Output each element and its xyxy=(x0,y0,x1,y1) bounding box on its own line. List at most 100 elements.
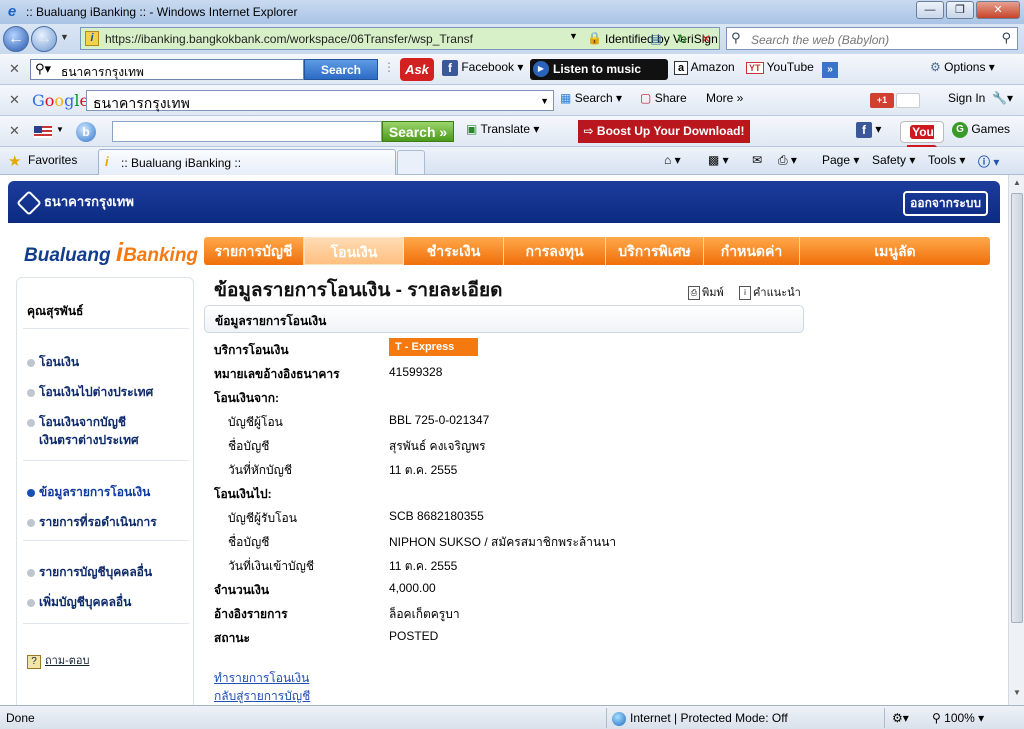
google-dropdown-icon[interactable]: ▼ xyxy=(540,96,549,106)
forward-button[interactable]: → xyxy=(31,26,57,52)
youtube-link[interactable]: YT YouTube xyxy=(746,60,814,74)
nav-shortcut-menu[interactable]: เมนูลัด xyxy=(800,237,990,265)
search-icon: ⚲▾ xyxy=(35,61,52,76)
nav-accounts[interactable]: รายการบัญชี xyxy=(204,237,304,265)
play-icon[interactable]: ▶ xyxy=(533,61,549,77)
security-zone[interactable]: Internet | Protected Mode: Off xyxy=(612,711,788,726)
scroll-up-icon[interactable]: ▲ xyxy=(1011,178,1023,192)
amazon-link[interactable]: a Amazon xyxy=(674,60,735,75)
boost-download-button[interactable]: ⇨ Boost Up Your Download! xyxy=(578,120,750,143)
back-to-accounts-link[interactable]: กลับสู่รายการบัญชี xyxy=(214,687,310,705)
print-button[interactable]: ⎙ พิมพ์ xyxy=(688,286,724,301)
google-search-value[interactable]: ธนาคารกรุงเทพ xyxy=(93,93,190,115)
help-icon[interactable]: ⓘ ▾ xyxy=(978,153,999,170)
new-transfer-link[interactable]: ทำรายการโอนเงิน xyxy=(214,669,309,688)
feeds-icon[interactable]: ▩ ▾ xyxy=(708,153,729,167)
us-flag-icon[interactable] xyxy=(34,126,52,138)
nav-settings[interactable]: กำหนดค่า xyxy=(704,237,800,265)
bank-logo[interactable]: ธนาคารกรุงเทพ xyxy=(16,189,134,216)
close-toolbar-icon[interactable]: ✕ xyxy=(9,61,20,77)
nav-payment[interactable]: ชำระเงิน xyxy=(404,237,504,265)
mail-icon[interactable]: ✉ xyxy=(752,153,762,167)
tools-menu[interactable]: Tools ▾ xyxy=(928,153,965,167)
ask-search-value[interactable]: ธนาคารกรุงเทพ xyxy=(61,63,144,82)
google-search-button[interactable]: ▦ Search ▾ xyxy=(560,91,622,105)
minimize-button[interactable]: — xyxy=(916,1,944,19)
ask-search-button[interactable]: Search xyxy=(304,59,378,80)
address-url[interactable]: https://ibanking.bangkokbank.com/workspa… xyxy=(105,32,485,46)
close-window-button[interactable]: ✕ xyxy=(976,1,1020,19)
home-icon[interactable]: ⌂ ▾ xyxy=(664,153,681,167)
browser-tab[interactable]: i :: Bualuang iBanking :: xyxy=(98,149,396,175)
vertical-scrollbar[interactable]: ▲ ▼ xyxy=(1008,175,1024,705)
games-button[interactable]: G Games xyxy=(952,122,1010,138)
nav-investment[interactable]: การลงทุน xyxy=(504,237,606,265)
bullet-icon xyxy=(27,388,35,397)
from-name-label: ชื่อบัญชี xyxy=(228,439,270,453)
tab-title[interactable]: :: Bualuang iBanking :: xyxy=(121,156,241,170)
nav-special-services[interactable]: บริการพิเศษ xyxy=(606,237,704,265)
faq-link[interactable]: ? ถาม-ตอบ xyxy=(27,651,89,669)
lock-icon[interactable]: 🔒 xyxy=(587,31,602,45)
sidebar-item-pending[interactable]: รายการที่รอดำเนินการ xyxy=(27,513,157,531)
wrench-icon[interactable]: 🔧▾ xyxy=(992,91,1013,105)
nav-transfer[interactable]: โอนเงิน xyxy=(304,237,404,265)
refresh-icon[interactable]: ↻ xyxy=(673,30,691,48)
sidebar-item-third-party-accounts[interactable]: รายการบัญชีบุคคลอื่น xyxy=(27,563,152,581)
bualuang-ibanking-logo[interactable]: Bualuang iBanking xyxy=(24,237,198,268)
maximize-button[interactable]: ❐ xyxy=(946,1,974,19)
stop-icon[interactable]: ✕ xyxy=(697,30,715,48)
facebook-menu[interactable]: f Facebook ▾ xyxy=(442,60,523,76)
sidebar-item-transfer-history[interactable]: ข้อมูลรายการโอนเงิน xyxy=(27,483,150,501)
page-menu[interactable]: Page ▾ xyxy=(822,153,859,167)
favorites-button[interactable]: Favorites xyxy=(28,153,77,167)
scroll-down-icon[interactable]: ▼ xyxy=(1011,688,1023,702)
babylon-logo-icon[interactable]: b xyxy=(76,122,96,142)
zoom-level[interactable]: ⚲ 100% ▾ xyxy=(932,711,984,725)
options-menu[interactable]: ⚙ Options ▾ xyxy=(930,60,995,74)
sidebar-item-add-third-party[interactable]: เพิ่มบัญชีบุคคลอื่น xyxy=(27,593,131,611)
google-logo[interactable]: Google xyxy=(32,91,89,110)
service-label: บริการโอนเงิน xyxy=(214,343,289,357)
scrollbar-thumb[interactable] xyxy=(1011,193,1023,623)
sidebar-item-transfer[interactable]: โอนเงิน xyxy=(27,353,79,371)
web-search-placeholder[interactable]: Search the web (Babylon) xyxy=(751,33,889,47)
address-dropdown-icon[interactable]: ▼ xyxy=(569,31,578,41)
bullet-icon xyxy=(27,598,35,607)
print-icon[interactable]: ⎙ ▾ xyxy=(778,153,797,168)
facebook-button[interactable]: f ▾ xyxy=(856,122,881,138)
search-go-icon[interactable]: ⚲ xyxy=(1001,30,1011,46)
google-more-button[interactable]: More » xyxy=(706,91,743,105)
status-text: Done xyxy=(6,711,35,725)
ask-logo-icon[interactable]: Ask xyxy=(400,58,434,81)
credit-date-value: 11 ต.ค. 2555 xyxy=(389,559,458,573)
page-title: ข้อมูลรายการโอนเงิน - รายละเอียด xyxy=(214,280,503,301)
google-plus-one-button[interactable]: +1 xyxy=(870,93,894,108)
close-toolbar-icon[interactable]: ✕ xyxy=(9,92,20,108)
translate-button[interactable]: ▣ Translate ▾ xyxy=(466,122,539,136)
babylon-search-input[interactable] xyxy=(112,121,382,142)
google-search-input[interactable]: ธนาคารกรุงเทพ ▼ xyxy=(86,90,554,111)
sidebar-item-fcd-transfer[interactable]: โอนเงินจากบัญชี เงินตราต่างประเทศ xyxy=(27,413,139,449)
ask-search-input[interactable]: ⚲▾ ธนาคารกรุงเทพ xyxy=(30,59,304,80)
toolbar-more-icon[interactable]: » xyxy=(822,62,838,78)
address-bar[interactable]: i https://ibanking.bangkokbank.com/works… xyxy=(80,27,720,50)
sidebar-item-overseas-transfer[interactable]: โอนเงินไปต่างประเทศ xyxy=(27,383,153,401)
google-share-button[interactable]: ▢ Share xyxy=(640,91,687,105)
protected-mode-icon[interactable]: ⚙▾ xyxy=(892,711,909,725)
help-button[interactable]: i คำแนะนำ xyxy=(739,286,801,301)
language-dropdown-icon[interactable]: ▼ xyxy=(56,125,64,134)
back-button[interactable]: ← xyxy=(3,26,29,52)
favorites-star-icon[interactable]: ★ xyxy=(8,152,21,170)
close-toolbar-icon[interactable]: ✕ xyxy=(9,123,20,139)
safety-menu[interactable]: Safety ▾ xyxy=(872,153,915,167)
babylon-search-button[interactable]: Search » xyxy=(382,121,454,142)
google-sign-in-button[interactable]: Sign In xyxy=(948,91,985,105)
youtube-button[interactable]: You Tube xyxy=(900,121,944,159)
listen-to-music-widget[interactable]: ▶ Listen to music xyxy=(530,59,668,80)
new-tab-button[interactable] xyxy=(397,150,425,174)
web-search-box[interactable]: ⚲ Search the web (Babylon) ⚲ xyxy=(726,27,1018,50)
compatibility-view-icon[interactable]: ▤ xyxy=(647,30,665,48)
logout-button[interactable]: ออกจากระบบ xyxy=(903,191,988,216)
recent-pages-dropdown-icon[interactable]: ▼ xyxy=(60,32,69,42)
